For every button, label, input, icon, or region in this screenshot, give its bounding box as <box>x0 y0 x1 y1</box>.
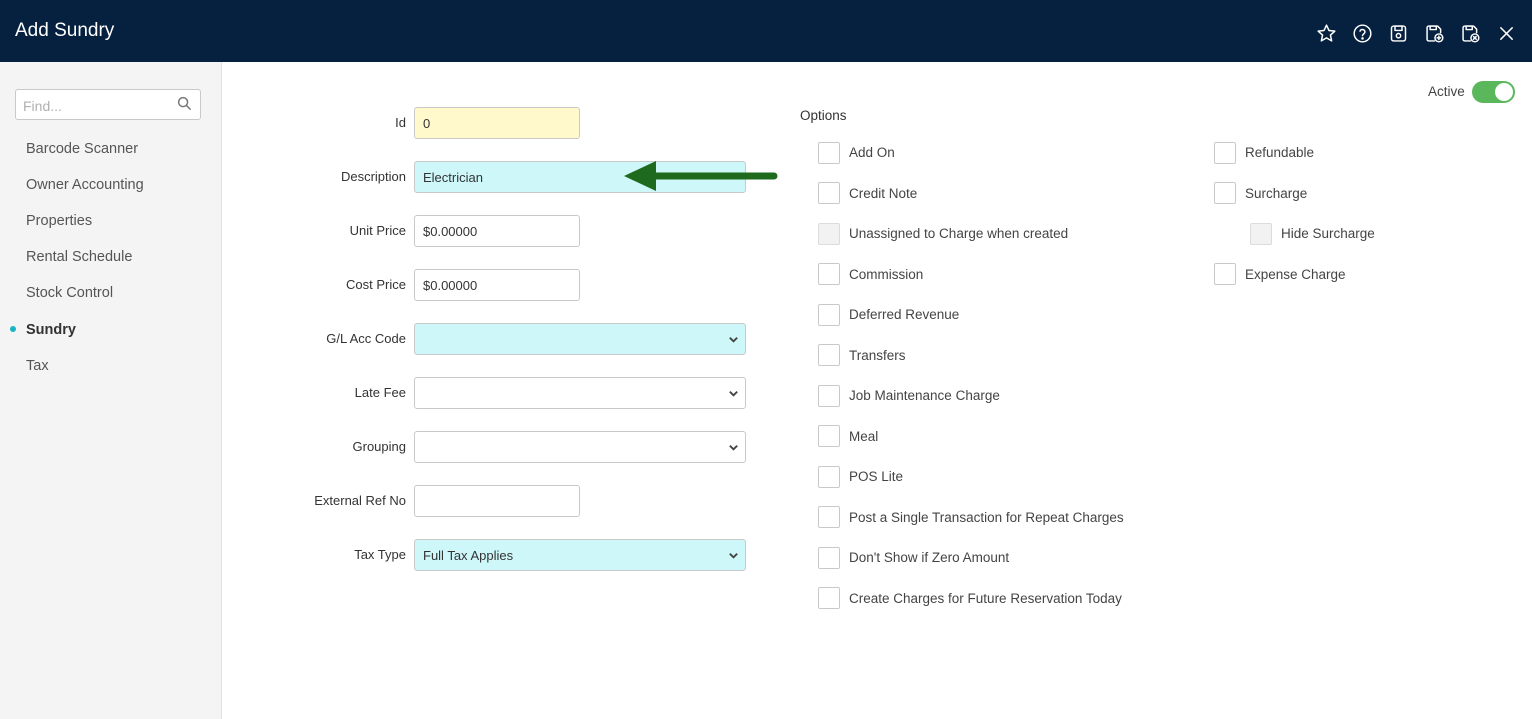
toolbar <box>1314 21 1518 45</box>
cost-price-value: $0.00000 <box>423 278 478 293</box>
save-add-icon[interactable] <box>1422 21 1446 45</box>
chevron-down-icon <box>728 549 740 561</box>
page-title: Add Sundry <box>15 20 115 41</box>
checkbox-dont-show-zero-amount[interactable] <box>818 547 840 569</box>
search-icon[interactable] <box>177 96 193 112</box>
sidebar-item-sundry[interactable]: Sundry <box>26 321 76 339</box>
checkbox-label: Transfers <box>849 348 906 363</box>
description-label: Description <box>340 169 406 184</box>
chevron-down-icon <box>728 387 740 399</box>
sidebar: Barcode Scanner Owner Accounting Propert… <box>0 62 222 719</box>
close-icon[interactable] <box>1494 21 1518 45</box>
help-icon[interactable] <box>1350 21 1374 45</box>
checkbox-refundable[interactable] <box>1214 142 1236 164</box>
sidebar-item-tax[interactable]: Tax <box>26 357 49 375</box>
checkbox-post-single-transaction[interactable] <box>818 506 840 528</box>
checkbox-label: Don't Show if Zero Amount <box>849 550 1010 565</box>
checkbox-commission[interactable] <box>818 263 840 285</box>
checkbox-label: Job Maintenance Charge <box>849 388 1000 403</box>
checkbox-hide-surcharge <box>1250 223 1272 245</box>
checkbox-expense-charge[interactable] <box>1214 263 1236 285</box>
description-value: Electrician <box>423 170 483 185</box>
star-icon[interactable] <box>1314 21 1338 45</box>
checkbox-pos-lite[interactable] <box>818 466 840 488</box>
unit-price-label: Unit Price <box>349 223 406 238</box>
late-fee-label: Late Fee <box>354 385 406 400</box>
active-label: Active <box>1428 84 1465 99</box>
id-field[interactable]: 0 <box>414 107 580 139</box>
unit-price-value: $0.00000 <box>423 224 478 239</box>
checkbox-label: Expense Charge <box>1245 267 1346 282</box>
checkbox-label: Surcharge <box>1245 186 1308 201</box>
checkbox-deferred-revenue[interactable] <box>818 304 840 326</box>
cost-price-label: Cost Price <box>346 277 406 292</box>
search-box <box>15 89 201 120</box>
grouping-select[interactable] <box>414 431 746 463</box>
toggle-knob <box>1495 83 1513 101</box>
checkbox-label: Hide Surcharge <box>1281 226 1375 241</box>
unit-price-field[interactable]: $0.00000 <box>414 215 580 247</box>
checkbox-label: Meal <box>849 429 879 444</box>
checkbox-transfers[interactable] <box>818 344 840 366</box>
save-icon[interactable] <box>1386 21 1410 45</box>
external-ref-field[interactable] <box>414 485 580 517</box>
title-bar: Add Sundry <box>0 0 1532 62</box>
external-ref-label: External Ref No <box>314 493 406 508</box>
late-fee-select[interactable] <box>414 377 746 409</box>
checkbox-surcharge[interactable] <box>1214 182 1236 204</box>
checkbox-add-on[interactable] <box>818 142 840 164</box>
tax-type-select[interactable]: Full Tax Applies <box>414 539 746 571</box>
checkbox-label: Post a Single Transaction for Repeat Cha… <box>849 510 1124 525</box>
checkbox-meal[interactable] <box>818 425 840 447</box>
grouping-label: Grouping <box>352 439 406 454</box>
save-close-icon[interactable] <box>1458 21 1482 45</box>
gl-acc-code-label: G/L Acc Code <box>326 331 406 346</box>
checkbox-label: Add On <box>849 145 895 160</box>
search-input[interactable] <box>21 95 175 116</box>
sidebar-item-properties[interactable]: Properties <box>26 212 92 230</box>
active-toggle[interactable] <box>1472 81 1515 103</box>
sidebar-item-stock-control[interactable]: Stock Control <box>26 284 113 302</box>
checkbox-create-charges-future[interactable] <box>818 587 840 609</box>
tax-type-value: Full Tax Applies <box>423 548 514 563</box>
sidebar-item-rental-schedule[interactable]: Rental Schedule <box>26 248 132 266</box>
options-heading: Options <box>800 108 847 123</box>
sidebar-item-barcode-scanner[interactable]: Barcode Scanner <box>26 140 138 158</box>
checkbox-label: Commission <box>849 267 924 282</box>
checkbox-label: Create Charges for Future Reservation To… <box>849 591 1122 606</box>
checkbox-label: Credit Note <box>849 186 918 201</box>
checkbox-label: Unassigned to Charge when created <box>849 226 1069 241</box>
annotation-arrow-icon <box>624 161 778 191</box>
checkbox-label: Deferred Revenue <box>849 307 960 322</box>
chevron-down-icon <box>728 441 740 453</box>
tax-type-label: Tax Type <box>354 547 406 562</box>
checkbox-unassigned-to-charge <box>818 223 840 245</box>
checkbox-credit-note[interactable] <box>818 182 840 204</box>
chevron-down-icon <box>728 333 740 345</box>
checkbox-label: POS Lite <box>849 469 904 484</box>
gl-acc-code-select[interactable] <box>414 323 746 355</box>
active-indicator <box>10 326 16 332</box>
sidebar-item-owner-accounting[interactable]: Owner Accounting <box>26 176 144 194</box>
checkbox-label: Refundable <box>1245 145 1315 160</box>
cost-price-field[interactable]: $0.00000 <box>414 269 580 301</box>
id-value: 0 <box>423 116 431 131</box>
id-label: Id <box>395 115 406 130</box>
checkbox-job-maintenance-charge[interactable] <box>818 385 840 407</box>
